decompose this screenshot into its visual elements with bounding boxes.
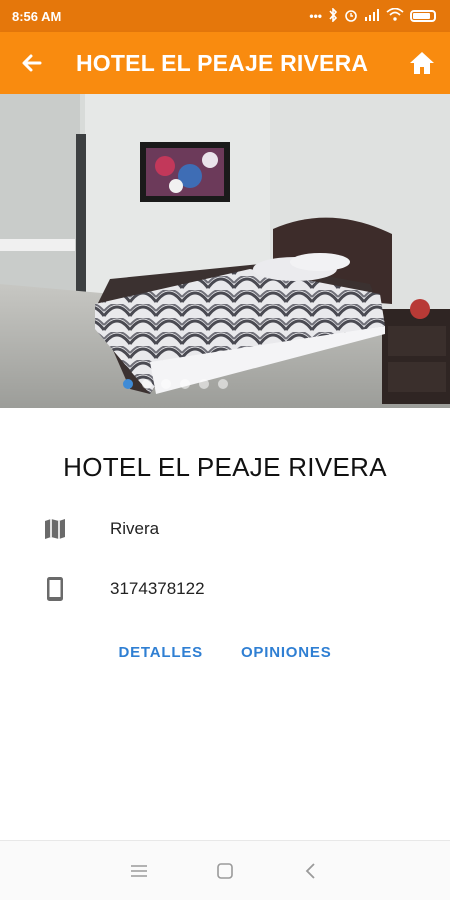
menu-button[interactable]: [127, 859, 151, 883]
battery-icon: [410, 10, 436, 22]
status-bar: 8:56 AM •••: [0, 0, 450, 32]
gallery-dot[interactable]: [160, 379, 171, 389]
system-nav-bar: [0, 840, 450, 900]
phone-row: 3174378122: [0, 571, 450, 607]
action-buttons: DETALLES OPINIONES: [0, 640, 450, 665]
page-title: HOTEL EL PEAJE RIVERA: [76, 49, 369, 76]
dots-icon: •••: [309, 9, 322, 23]
status-time: 8:56 AM: [12, 8, 62, 24]
map-icon: [45, 519, 65, 539]
phone-icon: [47, 577, 63, 601]
hotel-name: HOTEL EL PEAJE RIVERA: [63, 452, 387, 482]
back-button[interactable]: [0, 32, 64, 94]
alarm-icon: [344, 8, 358, 25]
gallery-dot[interactable]: [179, 379, 190, 389]
back-nav-button[interactable]: [299, 859, 323, 883]
reviews-button[interactable]: OPINIONES: [239, 640, 334, 665]
location-text: Rivera: [110, 519, 160, 538]
location-row: Rivera: [0, 511, 450, 547]
back-chevron-icon: [305, 862, 315, 879]
gallery-dot[interactable]: [217, 379, 228, 389]
bluetooth-icon: [328, 6, 338, 25]
hotel-room-photo: [0, 94, 450, 408]
wifi-icon: [386, 7, 404, 24]
home-nav-button[interactable]: [213, 859, 237, 883]
gallery-dot[interactable]: [141, 379, 152, 389]
home-button[interactable]: [394, 32, 450, 94]
menu-icon: [131, 864, 147, 877]
home-icon: [410, 52, 434, 74]
gallery-pager: [0, 379, 400, 389]
gallery-dot[interactable]: [198, 379, 209, 389]
phone-text[interactable]: 3174378122: [110, 579, 205, 599]
gallery-dot-active[interactable]: [122, 379, 133, 389]
status-icons: •••: [309, 6, 436, 25]
hotel-photo-gallery[interactable]: [0, 94, 450, 408]
details-button[interactable]: DETALLES: [116, 640, 204, 665]
app-bar: HOTEL EL PEAJE RIVERA: [0, 32, 450, 94]
signal-icon: [364, 8, 380, 24]
square-icon: [217, 862, 233, 879]
arrow-back-icon: [22, 54, 42, 72]
